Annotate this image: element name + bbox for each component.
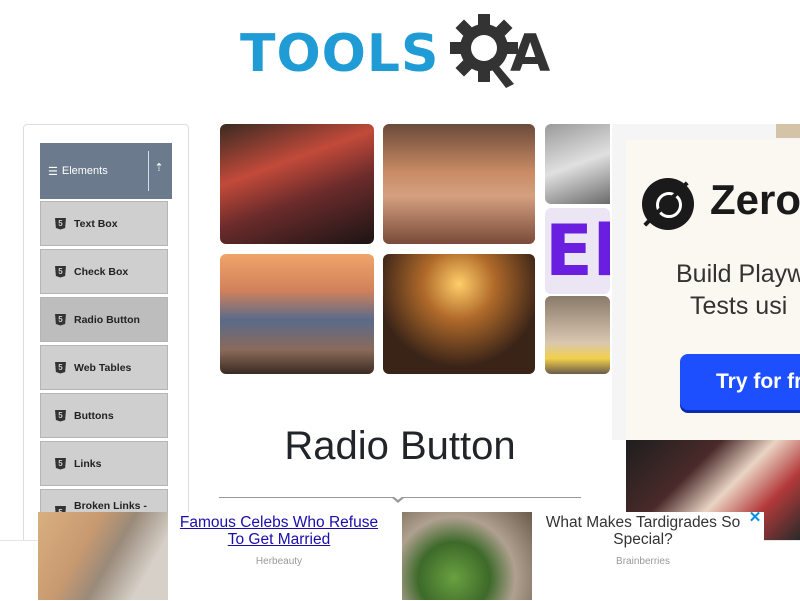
ad-source-herbeauty: Herbeauty [255,556,303,567]
banner-image-letter: El [545,208,610,294]
side-ad-line-2: Tests usi [690,292,788,320]
menu-item-label: Buttons [74,409,114,422]
banner-image-grid[interactable]: El [220,124,610,374]
divider-caret-icon [391,496,405,503]
html5-icon: 5 [55,265,66,278]
bottom-advertisement[interactable]: Famous Celebs Who Refuse To Get Married … [38,510,764,600]
group-title: Elements [61,165,108,177]
menu-item-label: Broken Links - [74,500,147,512]
side-ad-brand: Zero [710,176,800,223]
close-icon[interactable]: ✕ [748,510,762,526]
menu-item-label: Check Box [74,265,129,278]
banner-image-warrior [220,124,374,244]
page-title: Radio Button [284,424,516,468]
html5-icon: 5 [55,457,66,470]
banner-image-city [220,254,374,374]
banner-image-statue [545,124,610,204]
collapse-arrow-icon[interactable]: ⇡ [152,161,166,174]
html5-icon: 5 [55,361,66,374]
menu-item-radio-button[interactable]: 5 Radio Button [40,297,168,342]
banner-letter-text: El [545,210,610,292]
html5-icon: 5 [55,313,66,326]
menu-item-web-tables[interactable]: 5 Web Tables [40,345,168,390]
ad-image-celebs[interactable] [38,512,168,600]
logo-text: TOOLS [240,24,440,84]
banner-image-girl [383,124,535,244]
menu-item-text-box[interactable]: 5 Text Box [40,201,168,246]
header-divider [148,151,149,191]
side-advertisement[interactable]: Zero Build Playw Tests usi Try for fr [612,124,800,440]
ad-source-brainberries: Brainberries [616,556,670,567]
banner-image-cheese [545,296,610,374]
menu-item-label: Text Box [74,217,118,230]
hamburger-icon: ☰ [48,165,58,178]
html5-icon: 5 [55,217,66,230]
elements-menu-list: 5 Text Box 5 Check Box 5 Radio Button 5 … [40,201,170,552]
side-ad-line-1: Build Playw [676,260,800,288]
ad-headline-celebs[interactable]: Famous Celebs Who Refuse To Get Married [174,514,384,548]
toolsqa-logo[interactable]: TOOLS A [240,14,570,92]
ad-image-tardigrade[interactable] [402,512,532,600]
menu-item-label: Links [74,457,102,470]
menu-item-check-box[interactable]: 5 Check Box [40,249,168,294]
ad-headline-tardigrades[interactable]: What Makes Tardigrades So Special? [538,514,748,548]
html5-icon: 5 [55,409,66,422]
menu-item-buttons[interactable]: 5 Buttons [40,393,168,438]
menu-item-links[interactable]: 5 Links [40,441,168,486]
menu-item-label: Web Tables [74,361,132,374]
logo-suffix: A [510,24,551,84]
side-ad-card: Zero Build Playw Tests usi Try for fr [626,140,800,440]
side-ad-cta-button[interactable]: Try for fr [680,354,800,410]
side-ad-edge [776,124,800,138]
menu-item-label: Radio Button [74,313,140,326]
banner-image-couple [383,254,535,374]
left-menu-panel: ☰ Elements ⇡ 5 Text Box 5 Check Box 5 Ra… [23,124,189,566]
elements-group-header[interactable]: ☰ Elements ⇡ [40,143,172,199]
